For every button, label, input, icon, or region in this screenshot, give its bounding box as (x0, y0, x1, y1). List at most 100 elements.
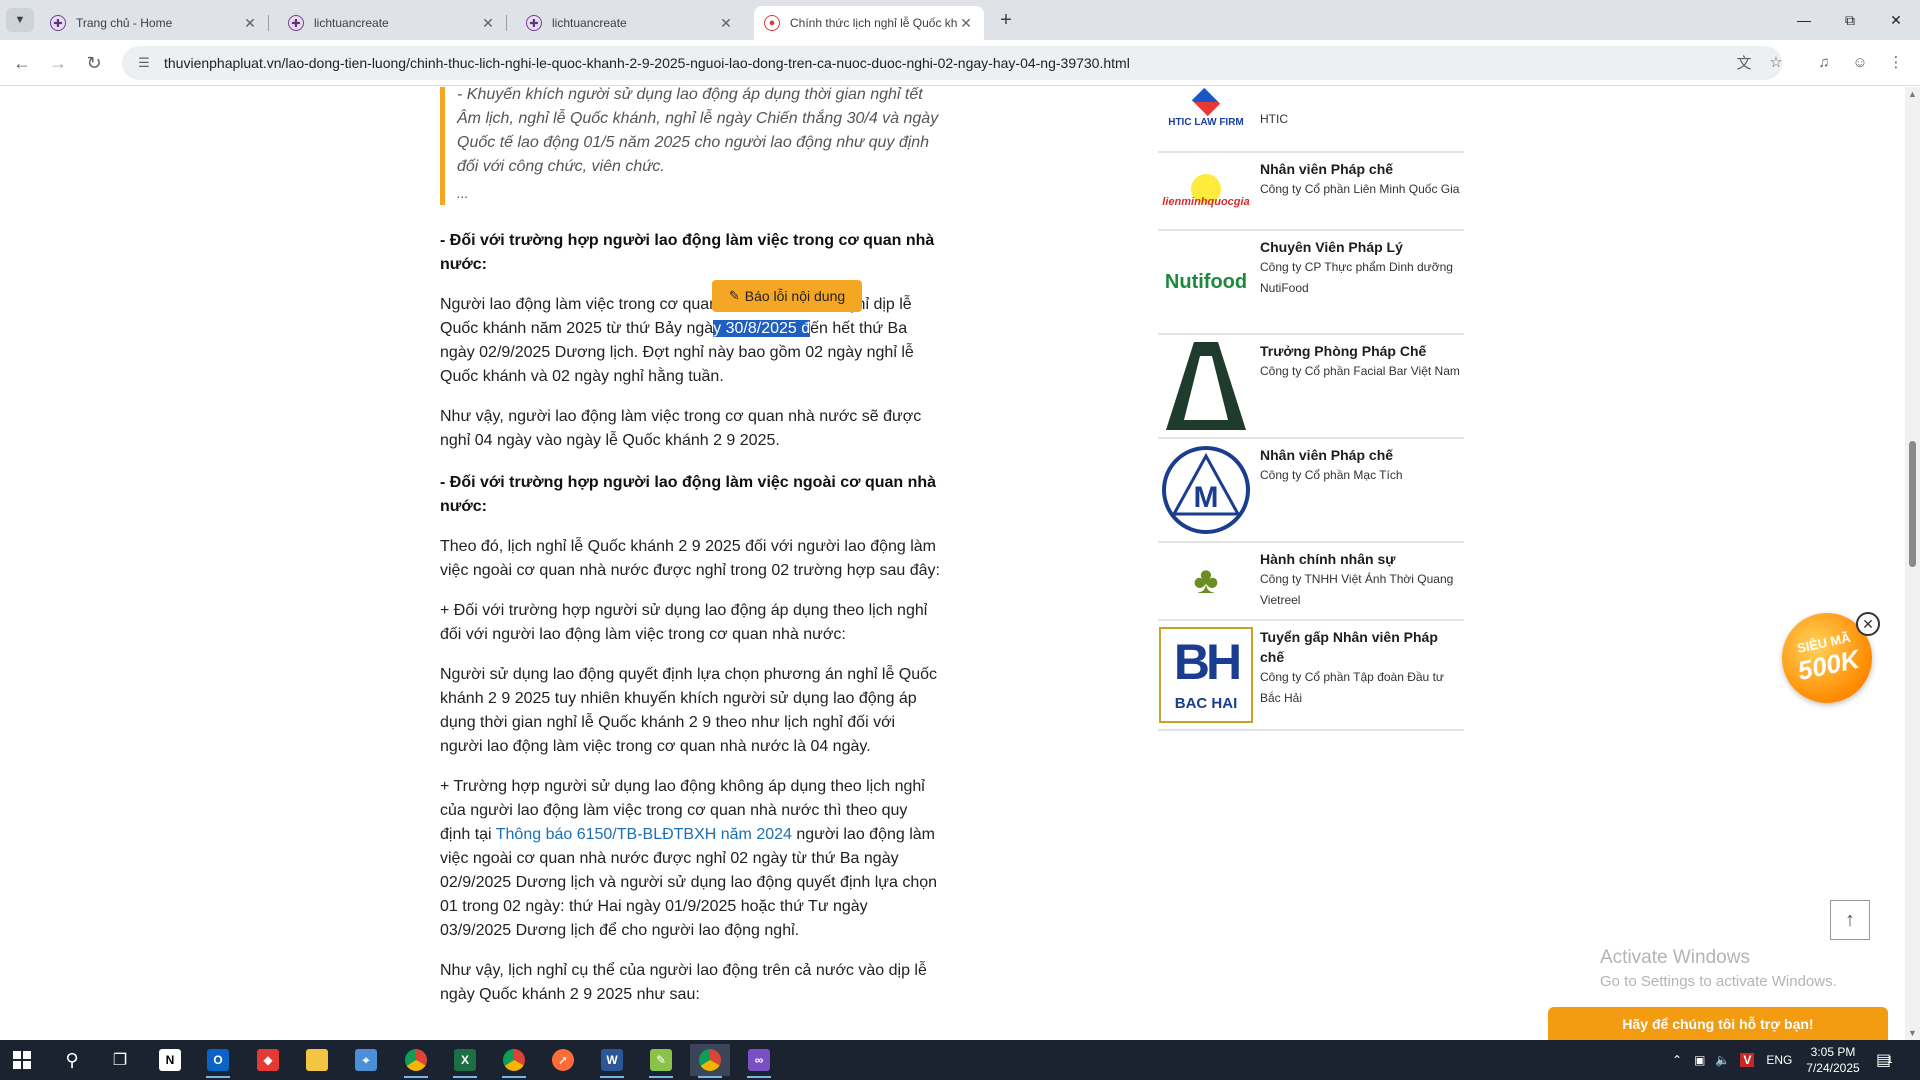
taskbar-file-explorer[interactable] (297, 1044, 337, 1076)
tab-active-article[interactable]: ● Chính thức lịch nghỉ lễ Quốc kh ✕ (754, 6, 984, 40)
restore-button[interactable]: ⧉ (1830, 6, 1870, 34)
paragraph-state-summary: Như vậy, người lao động làm việc trong c… (440, 408, 922, 449)
web-page: - Khuyến khích người sử dụng lao động áp… (0, 87, 1905, 1040)
job-title: Chuyên Viên Pháp Lý (1260, 239, 1403, 255)
job-item[interactable]: HTIC LAW FIRM HTIC (1158, 87, 1464, 153)
job-item[interactable]: ♣ Hành chính nhân sự Công ty TNHH Việt Á… (1158, 543, 1464, 621)
forward-button[interactable]: → (44, 49, 72, 77)
scroll-up-icon[interactable]: ▲ (1908, 89, 1917, 99)
job-item[interactable]: lienminhquocgia Nhân viên Pháp chế Công … (1158, 153, 1464, 231)
quote-text: - Khuyến khích người sử dụng lao động áp… (457, 87, 939, 175)
bachai-logo: BH BAC HAI (1158, 627, 1254, 723)
watermark-subtitle: Go to Settings to activate Windows. (1600, 973, 1837, 990)
address-bar[interactable]: ☰ thuvienphapluat.vn/lao-dong-tien-luong… (122, 46, 1782, 80)
site-favicon-icon: ● (764, 15, 780, 31)
job-company: Công ty Cổ phần Mạc Tích (1260, 468, 1403, 482)
system-clock[interactable]: 3:05 PM 7/24/2025 (1798, 1044, 1868, 1076)
excel-icon: X (454, 1049, 476, 1071)
arrow-left-icon: ← (13, 52, 31, 73)
search-button[interactable]: ⚲ (52, 1044, 92, 1076)
job-title: Nhân viên Pháp chế (1260, 447, 1394, 463)
volume-muted-icon[interactable]: 🔈 (1715, 1053, 1730, 1067)
logo-subtext: BAC HAI (1174, 695, 1238, 712)
system-tray: ⌃ ▣ 🔈 V ENG (1672, 1040, 1792, 1080)
facialbar-logo (1158, 341, 1254, 431)
close-icon: ✕ (1862, 615, 1874, 632)
article-body: - Khuyến khích người sử dụng lao động áp… (440, 87, 940, 1007)
tab-title: lichtuancreate (314, 16, 389, 30)
taskbar-excel[interactable]: X (445, 1044, 485, 1078)
close-icon[interactable]: ✕ (958, 15, 974, 31)
taskbar-anydesk[interactable]: ◆ (248, 1044, 288, 1076)
job-title: Tuyển gấp Nhân viên Pháp chế (1260, 629, 1438, 665)
back-button[interactable]: ← (8, 49, 36, 77)
logo-text: BH (1173, 634, 1242, 690)
taskbar-chrome-1[interactable] (396, 1044, 436, 1078)
start-button[interactable] (2, 1044, 42, 1076)
job-item[interactable]: Trưởng Phòng Pháp Chế Công ty Cổ phần Fa… (1158, 335, 1464, 439)
tab-home[interactable]: ✚ Trang chủ - Home ✕ (40, 6, 269, 40)
bookmark-star-icon[interactable]: ☆ (1764, 50, 1788, 74)
taskbar-visual-studio[interactable]: ∞ (739, 1044, 779, 1078)
close-icon[interactable]: ✕ (718, 15, 734, 31)
profile-icon[interactable]: ☺ (1848, 50, 1872, 74)
tab-search-button[interactable]: ▼ (6, 8, 34, 32)
tab-title: lichtuancreate (552, 16, 627, 30)
close-icon[interactable]: ✕ (480, 15, 496, 31)
scroll-down-icon[interactable]: ▼ (1908, 1028, 1917, 1038)
close-window-button[interactable]: ✕ (1876, 6, 1916, 34)
translate-icon[interactable]: 文 (1732, 50, 1756, 74)
taskbar-postman[interactable]: ➚ (543, 1044, 583, 1076)
close-icon[interactable]: ✕ (242, 15, 258, 31)
taskbar-word[interactable]: W (592, 1044, 632, 1078)
action-center-button[interactable]: ▤ 1 (1876, 1040, 1893, 1080)
reload-button[interactable]: ↻ (80, 49, 108, 77)
taskbar-notepadpp[interactable]: ✎ (641, 1044, 681, 1078)
close-icon: ✕ (1890, 11, 1902, 28)
app-tray-icon[interactable]: V (1740, 1053, 1755, 1067)
site-info-icon[interactable]: ☰ (134, 53, 154, 73)
url-text[interactable]: thuvienphapluat.vn/lao-dong-tien-luong/c… (164, 55, 1782, 71)
windows-logo-icon (13, 1051, 31, 1069)
windows-activation-watermark: Activate Windows Go to Settings to activ… (1600, 947, 1837, 990)
minimize-button[interactable]: — (1784, 6, 1824, 34)
tab-lichtuancreate-1[interactable]: ✚ lichtuancreate ✕ (278, 6, 507, 40)
new-tab-button[interactable]: + (994, 8, 1018, 32)
taskbar-network-app[interactable]: ⌖ (346, 1044, 386, 1076)
taskbar-outlook[interactable]: O (198, 1044, 238, 1078)
job-company: Công ty CP Thực phẩm Dinh dưỡng NutiFood (1260, 260, 1453, 295)
taskbar-chrome-active[interactable] (690, 1044, 730, 1078)
folder-icon (306, 1049, 328, 1071)
taskbar-notion[interactable]: N (150, 1044, 190, 1076)
job-item[interactable]: BH BAC HAI Tuyển gấp Nhân viên Pháp chế … (1158, 621, 1464, 731)
notice-6150-link[interactable]: Thông báo 6150/TB-BLĐTBXH năm 2024 (496, 826, 792, 843)
page-scrollbar[interactable]: ▲ ▼ (1905, 87, 1920, 1040)
paragraph-case-2: + Trường hợp người sử dụng lao động khôn… (440, 775, 940, 943)
back-to-top-button[interactable]: ↑ (1830, 900, 1870, 940)
site-favicon-icon: ✚ (288, 15, 304, 31)
job-item[interactable]: M Nhân viên Pháp chế Công ty Cổ phần Mạc… (1158, 439, 1464, 543)
taskbar-chrome-2[interactable] (494, 1044, 534, 1078)
report-error-button[interactable]: ✎ Báo lỗi nội dung (712, 280, 862, 312)
word-icon: W (601, 1049, 623, 1071)
media-control-icon[interactable]: ♫ (1812, 50, 1836, 74)
job-title: Nhân viên Pháp chế (1260, 161, 1394, 177)
network-icon[interactable]: ▣ (1694, 1053, 1705, 1067)
chevron-up-icon[interactable]: ⌃ (1672, 1053, 1682, 1067)
chrome-icon (503, 1049, 525, 1071)
job-item[interactable]: Nutifood Chuyên Viên Pháp Lý Công ty CP … (1158, 231, 1464, 335)
paragraph-state-holiday: Người lao động làm việc trong cơ quan nh… (440, 293, 940, 389)
more-menu-icon[interactable]: ⋮ (1884, 50, 1908, 74)
tab-lichtuancreate-2[interactable]: ✚ lichtuancreate ✕ (516, 6, 744, 40)
support-chat-bar[interactable]: Hãy để chúng tôi hỗ trợ bạn! (1548, 1007, 1888, 1040)
notification-count: 1 (1887, 1054, 1893, 1066)
anydesk-icon: ◆ (257, 1049, 279, 1071)
scrollbar-thumb[interactable] (1909, 441, 1916, 567)
section-heading-private: - Đối với trường hợp người lao động làm … (440, 474, 937, 515)
watermark-title: Activate Windows (1600, 947, 1750, 968)
promo-close-button[interactable]: ✕ (1856, 612, 1880, 636)
visual-studio-icon: ∞ (748, 1049, 770, 1071)
language-indicator[interactable]: ENG (1766, 1053, 1792, 1067)
paragraph-case-1-detail: Người sử dụng lao động quyết định lựa ch… (440, 666, 938, 755)
task-view-button[interactable]: ❐ (100, 1044, 140, 1076)
